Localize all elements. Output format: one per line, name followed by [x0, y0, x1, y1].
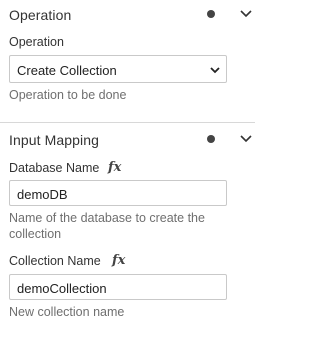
- database-name-value: demoDB: [17, 187, 68, 202]
- collection-name-label: Collection Name: [9, 254, 101, 268]
- operation-help-text: Operation to be done: [9, 88, 127, 102]
- input-mapping-section-header[interactable]: Input Mapping: [9, 125, 255, 151]
- database-name-help-text: Name of the database to create the colle…: [9, 211, 205, 241]
- status-dot-icon: [207, 10, 215, 18]
- chevron-down-icon[interactable]: [238, 6, 254, 22]
- fx-icon[interactable]: fx: [112, 253, 125, 268]
- operation-field-label: Operation: [9, 35, 64, 49]
- database-name-label: Database Name: [9, 161, 100, 175]
- operation-select[interactable]: Create Collection: [9, 55, 227, 83]
- collection-name-value: demoCollection: [17, 281, 107, 296]
- collection-name-input[interactable]: demoCollection: [9, 274, 227, 300]
- operation-section-title: Operation: [9, 7, 72, 23]
- database-name-input[interactable]: demoDB: [9, 180, 227, 206]
- input-mapping-section-title: Input Mapping: [9, 132, 100, 148]
- collection-name-help-text: New collection name: [9, 305, 125, 319]
- operation-section-header[interactable]: Operation: [9, 0, 255, 26]
- section-divider: [0, 122, 255, 123]
- fx-icon[interactable]: fx: [108, 160, 121, 175]
- chevron-down-icon: [210, 67, 220, 74]
- status-dot-icon: [207, 135, 215, 143]
- operation-select-value: Create Collection: [17, 63, 117, 78]
- chevron-down-icon[interactable]: [238, 131, 254, 147]
